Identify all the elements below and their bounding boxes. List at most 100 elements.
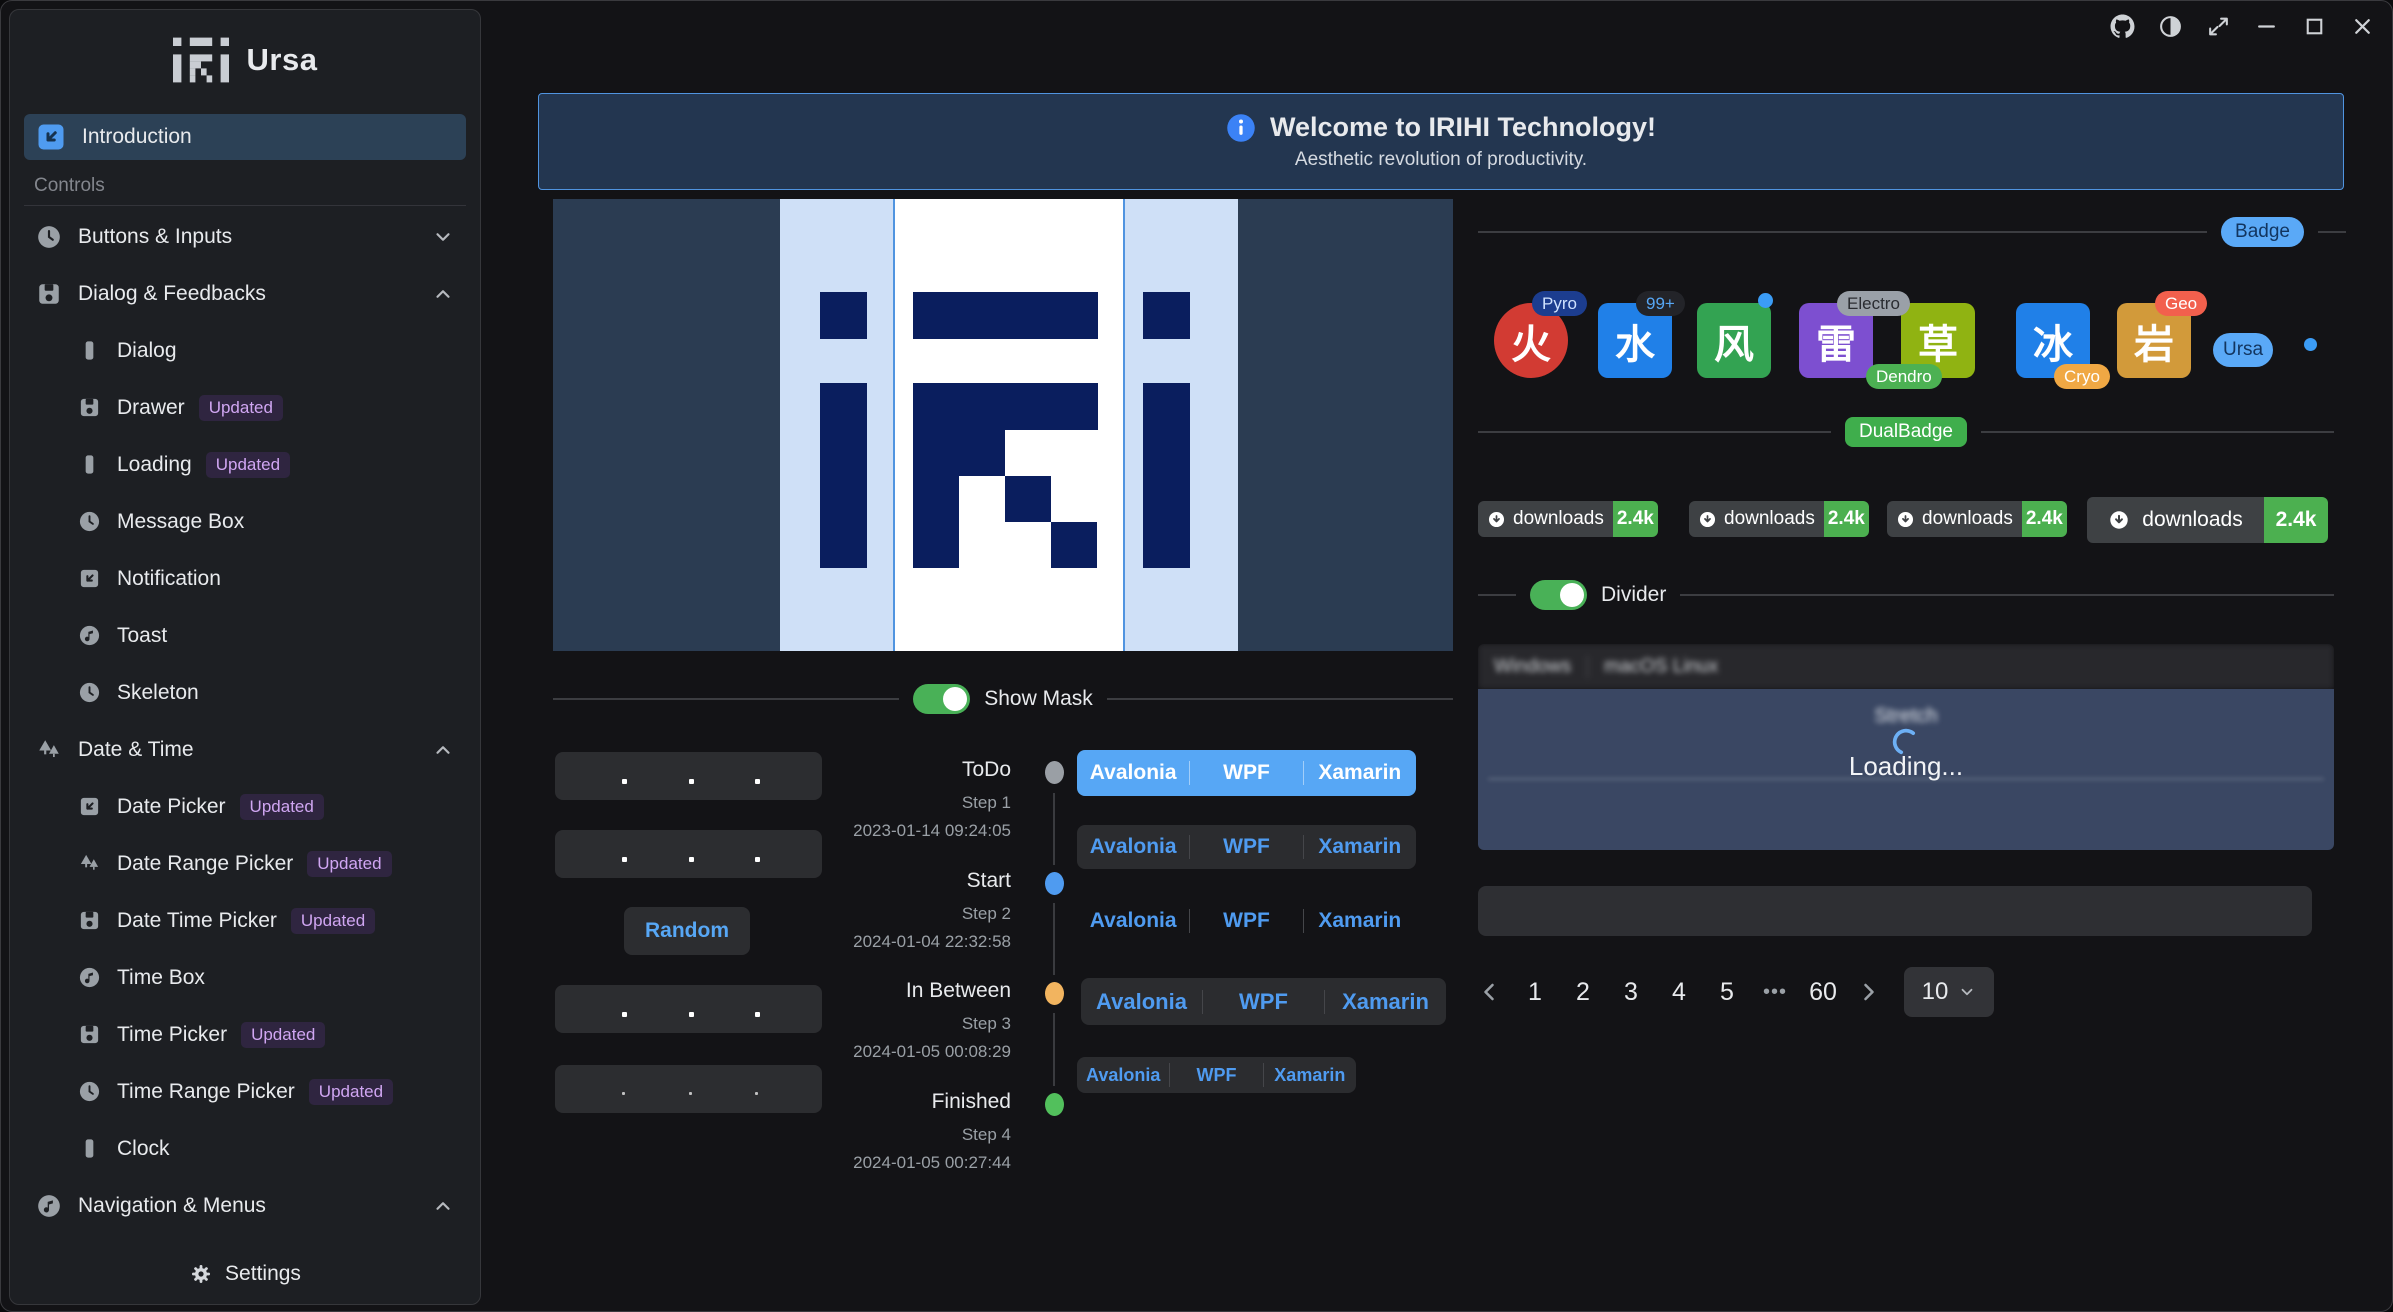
- sidebar-group-date-time[interactable]: Date & Time: [24, 721, 466, 778]
- loading-demo-panel: Windows macOS Linux Stretch Loading...: [1478, 644, 2334, 850]
- sidebar-group-navigation-menus[interactable]: Navigation & Menus: [24, 1177, 466, 1234]
- ip-dot-separator: [755, 1012, 760, 1017]
- close-button[interactable]: [2349, 13, 2376, 40]
- maximize-button[interactable]: [2301, 13, 2328, 40]
- updated-badge: Updated: [206, 452, 290, 478]
- xamarin-button[interactable]: Xamarin: [1325, 989, 1446, 1015]
- item-label: Dialog: [117, 339, 177, 363]
- xamarin-button[interactable]: Xamarin: [1304, 909, 1416, 933]
- random-button[interactable]: Random: [624, 907, 750, 955]
- sidebar-item-introduction[interactable]: Introduction: [24, 114, 466, 160]
- sidebar-group-buttons-inputs[interactable]: Buttons & Inputs: [24, 208, 466, 265]
- page-button-1[interactable]: 1: [1520, 978, 1550, 1007]
- wpf-button[interactable]: WPF: [1203, 989, 1324, 1015]
- minimize-button[interactable]: [2253, 13, 2280, 40]
- page-button-5[interactable]: 5: [1712, 978, 1742, 1007]
- previous-page-button chevron-left-icon[interactable]: [1478, 980, 1502, 1004]
- theme-toggle-button[interactable]: [2157, 13, 2184, 40]
- banner-title: Welcome to IRIHI Technology!: [1270, 112, 1656, 143]
- expand-icon: [2206, 14, 2231, 39]
- sidebar-item-time-picker[interactable]: Time Picker Updated: [24, 1006, 466, 1063]
- badge-icon-wind: 风: [1697, 303, 1771, 378]
- loading-panel-tabs: Windows macOS Linux: [1478, 644, 2334, 689]
- mask-demo-image: [553, 199, 1453, 651]
- wpf-button[interactable]: WPF: [1190, 909, 1302, 933]
- avalonia-button[interactable]: Avalonia: [1077, 909, 1189, 933]
- show-mask-label: Show Mask: [984, 687, 1093, 711]
- mask-divider-line: [893, 199, 895, 651]
- wpf-button[interactable]: WPF: [1190, 761, 1302, 785]
- sidebar-item-date-time-picker[interactable]: Date Time Picker Updated: [24, 892, 466, 949]
- blurred-divider: [1488, 778, 2324, 780]
- ipv4-input[interactable]: [555, 752, 822, 800]
- sidebar-item-label: Introduction: [82, 125, 192, 149]
- step-time: 2024-01-04 22:32:58: [853, 932, 1011, 952]
- step-sub: Step 1: [962, 793, 1011, 813]
- sidebar-item-skeleton[interactable]: Skeleton: [24, 664, 466, 721]
- chevron-up-icon: [432, 1195, 454, 1217]
- xamarin-button[interactable]: Xamarin: [1264, 1065, 1356, 1086]
- chevron-down-icon: [1958, 983, 1976, 1001]
- page-button-60[interactable]: 60: [1808, 978, 1838, 1007]
- page-button-2[interactable]: 2: [1568, 978, 1598, 1007]
- sidebar-item-time-range-picker[interactable]: Time Range Picker Updated: [24, 1063, 466, 1120]
- sidebar-item-message-box[interactable]: Message Box: [24, 493, 466, 550]
- tab-windows: Windows: [1494, 656, 1571, 678]
- ip-dot-separator: [755, 857, 760, 862]
- badge-electro: Electro: [1837, 291, 1910, 316]
- avalonia-button[interactable]: Avalonia: [1077, 1065, 1169, 1086]
- xamarin-button[interactable]: Xamarin: [1304, 835, 1416, 859]
- loading-panel-body: Stretch Loading...: [1478, 689, 2334, 850]
- xamarin-button[interactable]: Xamarin: [1304, 761, 1416, 785]
- page-button-3[interactable]: 3: [1616, 978, 1646, 1007]
- floppy-icon: [36, 281, 62, 307]
- button-group-dark: Avalonia WPF Xamarin: [1077, 825, 1416, 869]
- badge-value: 2.4k: [1613, 501, 1658, 537]
- next-page-button chevron-right-icon[interactable]: [1856, 980, 1880, 1004]
- arrow-square-icon: [78, 567, 101, 590]
- sidebar-item-clock[interactable]: Clock: [24, 1120, 466, 1177]
- sidebar-item-loading[interactable]: Loading Updated: [24, 436, 466, 493]
- ip-dot-separator: [622, 779, 627, 784]
- show-mask-toggle[interactable]: [913, 684, 970, 714]
- avalonia-button[interactable]: Avalonia: [1077, 761, 1189, 785]
- github-button[interactable]: [2109, 13, 2136, 40]
- divider-label: Divider: [1601, 583, 1666, 607]
- avalonia-button[interactable]: Avalonia: [1077, 835, 1189, 859]
- sidebar-item-dialog[interactable]: Dialog: [24, 322, 466, 379]
- divider-toggle[interactable]: [1530, 580, 1587, 610]
- mask-divider-line: [1123, 199, 1125, 651]
- settings-button[interactable]: Settings: [10, 1244, 480, 1304]
- wpf-button[interactable]: WPF: [1170, 1065, 1262, 1086]
- download-icon: [1698, 510, 1717, 529]
- item-label: Loading: [117, 453, 192, 477]
- updated-badge: Updated: [309, 1079, 393, 1105]
- ipv4-input[interactable]: [555, 985, 822, 1033]
- item-label: Date Range Picker: [117, 852, 293, 876]
- tab-macos-linux: macOS Linux: [1604, 656, 1718, 678]
- page-size-select[interactable]: 10: [1904, 967, 1994, 1017]
- wpf-button[interactable]: WPF: [1190, 835, 1302, 859]
- ipv4-input[interactable]: [555, 1065, 822, 1113]
- badge-value: 2.4k: [2022, 501, 2067, 537]
- info-icon: [1226, 113, 1256, 143]
- sidebar-item-notification[interactable]: Notification: [24, 550, 466, 607]
- settings-label: Settings: [225, 1262, 301, 1286]
- step-dot-finished: [1045, 1093, 1064, 1116]
- ipv4-input[interactable]: [555, 830, 822, 878]
- divider-line: [1478, 431, 1831, 433]
- empty-input-bar: [1478, 886, 2312, 936]
- avalonia-button[interactable]: Avalonia: [1081, 989, 1202, 1015]
- sidebar-item-toast[interactable]: Toast: [24, 607, 466, 664]
- fullscreen-button[interactable]: [2205, 13, 2232, 40]
- sidebar-group-dialog-feedbacks[interactable]: Dialog & Feedbacks: [24, 265, 466, 322]
- chevron-up-icon: [432, 283, 454, 305]
- clock-icon: [78, 1080, 101, 1103]
- sidebar-item-date-range-picker[interactable]: Date Range Picker Updated: [24, 835, 466, 892]
- sidebar-item-date-picker[interactable]: Date Picker Updated: [24, 778, 466, 835]
- sidebar-item-time-box[interactable]: Time Box: [24, 949, 466, 1006]
- sidebar-item-drawer[interactable]: Drawer Updated: [24, 379, 466, 436]
- pagination-ellipsis[interactable]: •••: [1760, 981, 1790, 1004]
- page-button-4[interactable]: 4: [1664, 978, 1694, 1007]
- item-label: Toast: [117, 624, 167, 648]
